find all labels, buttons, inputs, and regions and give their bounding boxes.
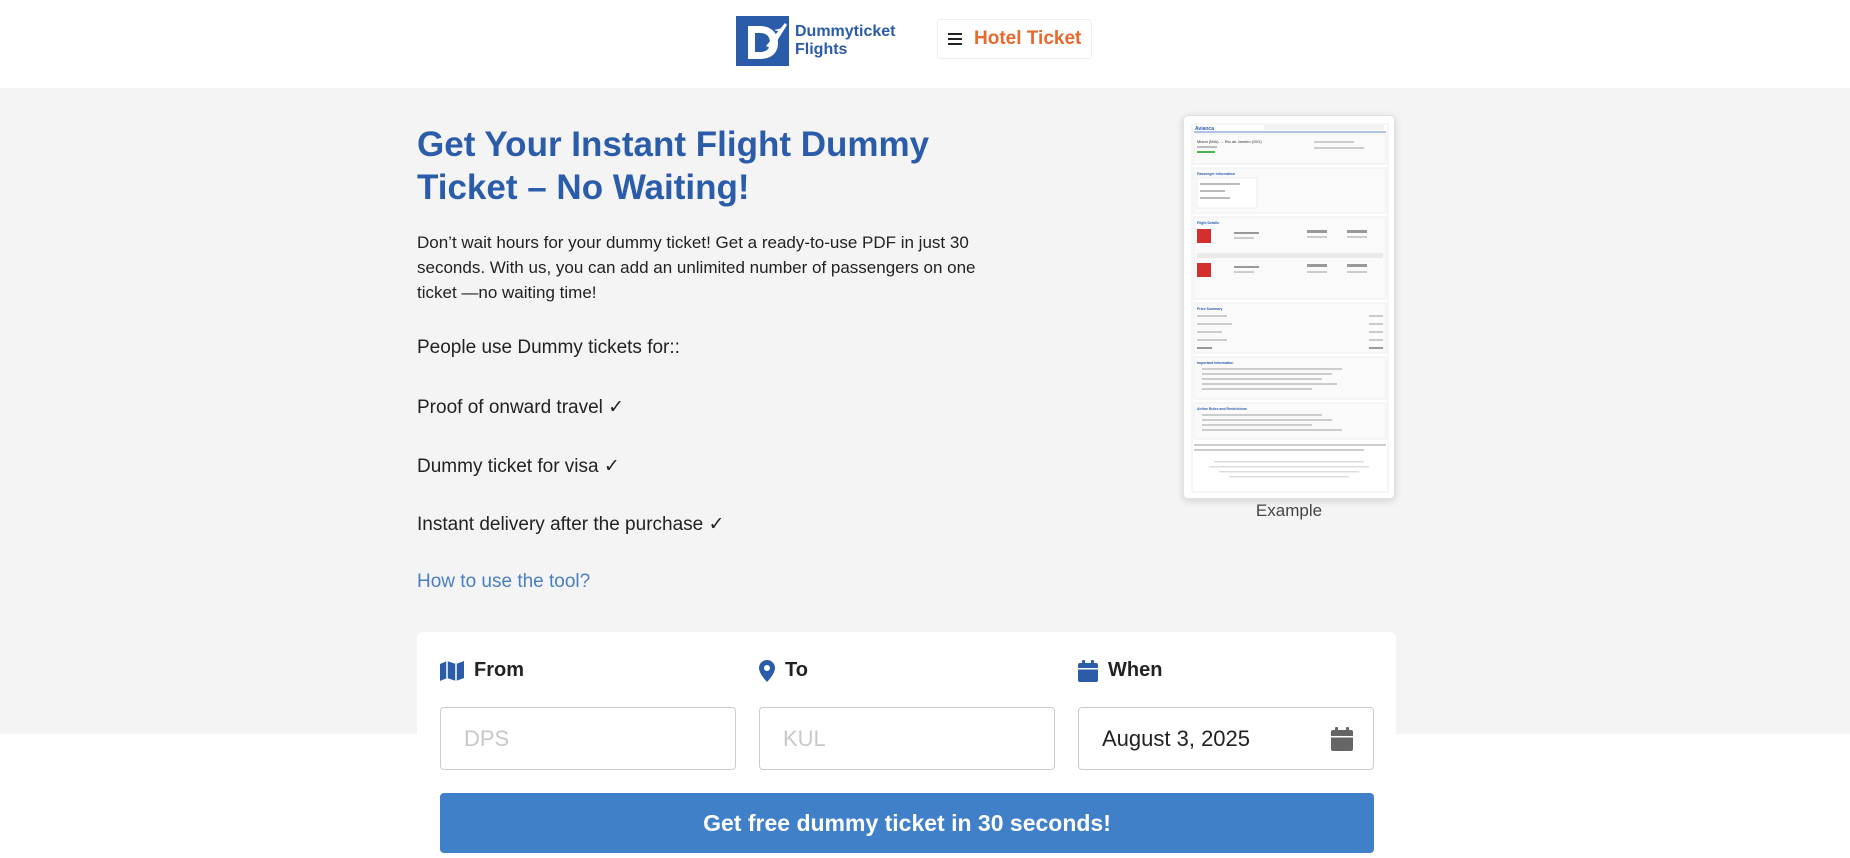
logo-text-line2: Flights <box>795 41 848 58</box>
to-label-text: To <box>785 659 808 681</box>
site-header: Dummyticket Flights Hotel Ticket <box>0 0 1850 88</box>
logo-text-line1: Dummyticket <box>795 23 896 40</box>
location-pin-icon <box>759 659 775 682</box>
ticket-section-title: Flight Details <box>1197 221 1219 225</box>
to-input[interactable] <box>759 707 1055 770</box>
ticket-section-title: Price Summary <box>1197 307 1223 311</box>
hamburger-icon <box>948 33 962 45</box>
example-ticket-preview[interactable]: Avianca Miami (MIA) → Rio de Janeiro (GI… <box>1183 115 1395 499</box>
use-item: Proof of onward travel ✓ <box>417 397 625 418</box>
calendar-picker-icon[interactable] <box>1331 727 1353 751</box>
when-label-text: When <box>1108 659 1163 681</box>
hotel-ticket-menu-button[interactable]: Hotel Ticket <box>937 19 1093 59</box>
ticket-section-title: Airline Rules and Restrictions <box>1197 407 1247 411</box>
calendar-icon <box>1078 659 1098 682</box>
example-caption: Example <box>1255 501 1323 520</box>
page-title: Get Your Instant Flight Dummy Ticket – N… <box>417 125 930 207</box>
from-label: From <box>440 659 524 682</box>
ticket-route: Miami (MIA) → Rio de Janeiro (GIG) <box>1197 139 1262 144</box>
uses-heading: People use Dummy tickets for:: <box>417 337 680 358</box>
logo-text: Dummyticket Flights <box>795 23 895 59</box>
logo-plane-icon <box>736 16 789 66</box>
date-value: August 3, 2025 <box>1102 725 1251 751</box>
from-input[interactable] <box>440 707 736 770</box>
search-form: From To When August 3, 2025 Get free dum… <box>417 632 1396 858</box>
to-label: To <box>759 659 808 682</box>
map-icon <box>440 660 464 681</box>
logo-mark <box>736 16 789 66</box>
get-ticket-button[interactable]: Get free dummy ticket in 30 seconds! <box>440 793 1374 853</box>
hero-intro: Don’t wait hours for your dummy ticket! … <box>417 233 976 302</box>
use-item: Dummy ticket for visa ✓ <box>417 456 620 477</box>
ticket-section-title: Passenger Information <box>1197 172 1235 176</box>
from-label-text: From <box>474 659 524 681</box>
when-label: When <box>1078 659 1162 682</box>
ticket-section-title: Important Information <box>1197 361 1233 365</box>
how-to-use-link[interactable]: How to use the tool? <box>417 571 590 593</box>
date-input[interactable]: August 3, 2025 <box>1078 707 1374 770</box>
ticket-preview-image: Avianca Miami (MIA) → Rio de Janeiro (GI… <box>1191 123 1389 493</box>
site-logo[interactable]: Dummyticket Flights <box>736 16 895 66</box>
use-item: Instant delivery after the purchase ✓ <box>417 514 725 535</box>
ticket-airline: Avianca <box>1195 126 1214 132</box>
menu-label: Hotel Ticket <box>974 28 1082 49</box>
